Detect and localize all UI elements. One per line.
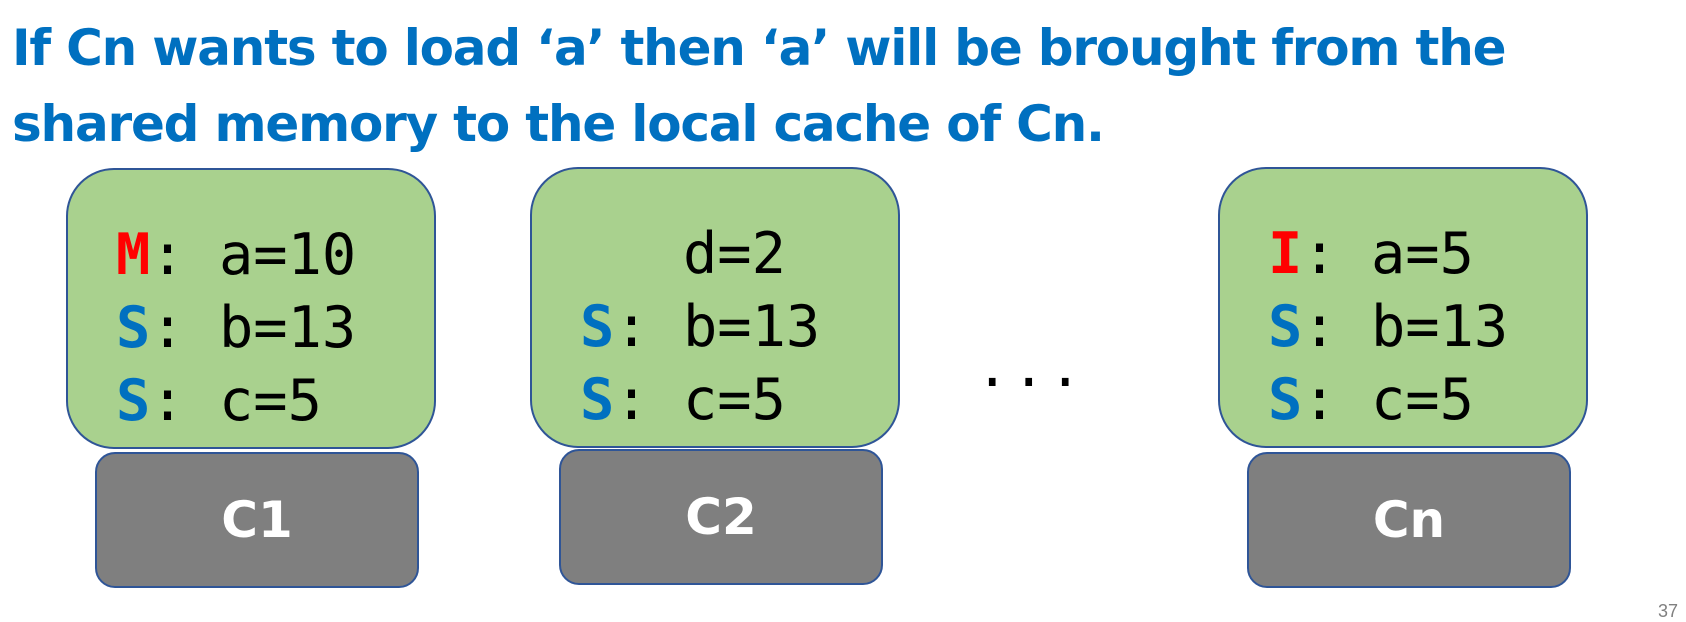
separator: : xyxy=(150,295,219,361)
page-number: 37 xyxy=(1657,601,1678,621)
cache-line: S: b=13 xyxy=(580,294,820,360)
ellipsis: ... xyxy=(976,336,1086,399)
cache-c1: M: a=10 S: b=13 S: c=5 xyxy=(66,168,436,449)
core-cn: Cn xyxy=(1247,452,1571,588)
cache-line: S: c=5 xyxy=(580,367,786,433)
state-label: I xyxy=(1268,221,1303,287)
separator: : xyxy=(150,222,219,288)
cache-entry: b=13 xyxy=(1370,294,1509,360)
separator: : xyxy=(614,367,683,433)
state-label: S xyxy=(1268,367,1303,433)
cache-line: S: c=5 xyxy=(116,368,322,434)
cache-line: M: a=10 xyxy=(116,222,356,288)
cache-entry: d=2 xyxy=(682,221,786,287)
cache-entry: c=5 xyxy=(218,368,322,434)
separator: : xyxy=(1302,294,1371,360)
state-label: S xyxy=(1268,294,1303,360)
cache-line: I: a=5 xyxy=(1268,221,1474,287)
slide-title: If Cn wants to load ‘a’ then ‘a’ will be… xyxy=(12,19,1507,153)
state-label: M xyxy=(116,222,151,288)
cache-entry: a=10 xyxy=(218,222,357,288)
separator: : xyxy=(614,294,683,360)
separator: : xyxy=(150,368,219,434)
state-label: S xyxy=(580,294,615,360)
state-label: S xyxy=(116,368,151,434)
core-c2: C2 xyxy=(559,449,883,585)
cache-entry: a=5 xyxy=(1370,221,1474,287)
state-label: S xyxy=(116,295,151,361)
cache-c2: d=2 S: b=13 S: c=5 xyxy=(530,167,900,448)
separator: : xyxy=(1302,367,1371,433)
cache-cn: I: a=5 S: b=13 S: c=5 xyxy=(1218,167,1588,448)
cache-entry: b=13 xyxy=(218,295,357,361)
cache-line: S: b=13 xyxy=(116,295,356,361)
core-c1: C1 xyxy=(95,452,419,588)
cache-entry: b=13 xyxy=(682,294,821,360)
cache-line: d=2 xyxy=(580,221,786,287)
cache-entry: c=5 xyxy=(682,367,786,433)
separator: : xyxy=(1302,221,1371,287)
cache-line: S: c=5 xyxy=(1268,367,1474,433)
cache-entry: c=5 xyxy=(1370,367,1474,433)
separator xyxy=(580,221,683,287)
cache-line: S: b=13 xyxy=(1268,294,1508,360)
state-label: S xyxy=(580,367,615,433)
